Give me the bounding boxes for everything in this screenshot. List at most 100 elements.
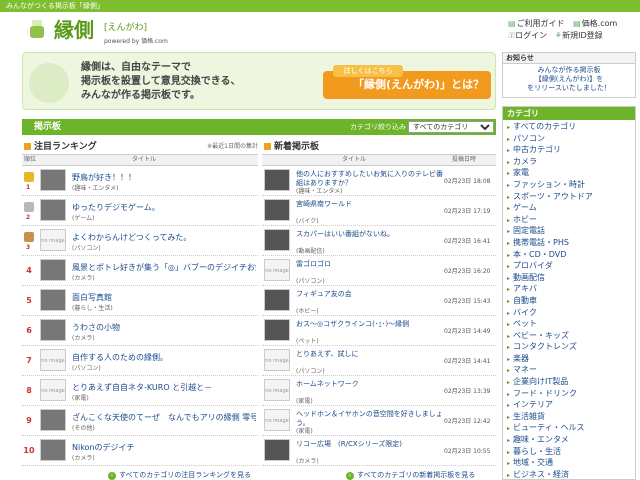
thumbnail[interactable] <box>40 409 66 431</box>
newest-row[interactable]: 他の人におすすめしたいお気に入りのテレビ番組はありますか？ (趣味・エンタメ) 02… <box>262 166 496 196</box>
newest-row[interactable]: リコー広場 (R/CXシリーズ限定) (カメラ) 02月23日 10:55 <box>262 436 496 466</box>
ranking-title-link[interactable]: Nikonのデジイチ <box>72 442 256 453</box>
category-link[interactable]: ▸ ホビー <box>507 215 635 227</box>
thumbnail[interactable]: no image <box>264 259 290 281</box>
newest-title-link[interactable]: おス～◎コザクラインコ(･ｪ･)～縁側 <box>296 320 444 329</box>
thumbnail[interactable] <box>264 229 290 251</box>
ranking-row[interactable]: 2 ゆったりデジモゲーム。 (ゲーム) <box>22 196 258 226</box>
ranking-title-link[interactable]: ゆったりデジモゲーム。 <box>72 202 256 213</box>
ranking-title-link[interactable]: とりあえず自自ネタ-KURO と引越と－ <box>72 382 256 393</box>
category-link[interactable]: ▸ パソコン <box>507 134 635 146</box>
category-link[interactable]: ▸ 生活雑貨 <box>507 412 635 424</box>
thumbnail[interactable] <box>40 169 66 191</box>
newest-title-link[interactable]: スカパーはいい番組がないね。 <box>296 230 444 239</box>
thumbnail[interactable]: no image <box>264 379 290 401</box>
thumbnail[interactable]: no image <box>40 229 66 251</box>
category-filter-select[interactable]: すべてのカテゴリ <box>408 121 494 133</box>
category-link[interactable]: ▸ 暮らし・生活 <box>507 447 635 459</box>
ranking-row[interactable]: 3 no image よくわからんけどつくってみた。 (パソコン) <box>22 226 258 256</box>
notice-body[interactable]: みんなが作る掲示板 【縁側(えんがわ)】を をリリースいたしました！ <box>503 64 635 93</box>
category-link[interactable]: ▸ スポーツ・アウトドア <box>507 192 635 204</box>
newest-title-link[interactable]: 雷ゴロゴロ <box>296 260 444 269</box>
newest-more-link[interactable]: › すべてのカテゴリの新着掲示板を見る <box>346 471 475 480</box>
category-link[interactable]: ▸ インテリア <box>507 400 635 412</box>
login-link[interactable]: ⚿ログイン <box>508 30 547 42</box>
category-link[interactable]: ▸ ゲーム <box>507 203 635 215</box>
newest-row[interactable]: no image ホームネットワーク (家電) 02月23日 13:39 <box>262 376 496 406</box>
thumbnail[interactable] <box>264 169 290 191</box>
ranking-row[interactable]: 9 ざんこくな天使のてーぜ なんでもアリの縁側 零号棟 (その他) <box>22 406 258 436</box>
category-link[interactable]: ▸ 楽器 <box>507 354 635 366</box>
newest-title-link[interactable]: ヘッドホン＆イヤホンの音空間を好きしましょう。 <box>296 410 444 428</box>
details-tab[interactable]: 詳しくはこちら <box>333 65 403 77</box>
ranking-title-link[interactable]: 風景とポトレ好きが集う「◎」バブーのデジイチお勉強スレ♪ <box>72 262 256 273</box>
ranking-row[interactable]: 10 Nikonのデジイチ (カメラ) <box>22 436 258 466</box>
category-link[interactable]: ▸ 固定電話 <box>507 226 635 238</box>
category-link[interactable]: ▸ すべてのカテゴリ <box>507 122 635 134</box>
newest-row[interactable]: no image 雷ゴロゴロ (パソコン) 02月23日 16:20 <box>262 256 496 286</box>
ranking-more-link[interactable]: › すべてのカテゴリの注目ランキングを見る <box>108 471 251 480</box>
thumbnail[interactable] <box>40 289 66 311</box>
ranking-title-link[interactable]: 面白写真館 <box>72 292 256 303</box>
thumbnail[interactable] <box>40 199 66 221</box>
ranking-row[interactable]: 4 風景とポトレ好きが集う「◎」バブーのデジイチお勉強スレ♪ (カメラ) <box>22 256 258 286</box>
category-link[interactable]: ▸ コンタクトレンズ <box>507 342 635 354</box>
category-link[interactable]: ▸ 企業向けIT製品 <box>507 377 635 389</box>
ranking-row[interactable]: 1 野鳥が好き！！！ (趣味・エンタメ) <box>22 166 258 196</box>
newest-title-link[interactable]: リコー広場 (R/CXシリーズ限定) <box>296 440 444 449</box>
ranking-title-link[interactable]: うわさの小物 <box>72 322 256 333</box>
category-link[interactable]: ▸ バイク <box>507 308 635 320</box>
ranking-row[interactable]: 6 うわさの小物 (カメラ) <box>22 316 258 346</box>
category-link[interactable]: ▸ 本・CD・DVD <box>507 250 635 262</box>
category-link[interactable]: ▸ 中古カテゴリ <box>507 145 635 157</box>
newest-title-link[interactable]: フィギュア友の会 <box>296 290 444 299</box>
category-link[interactable]: ▸ 自動車 <box>507 296 635 308</box>
thumbnail[interactable]: no image <box>264 349 290 371</box>
ranking-row[interactable]: 7 no image 自作する人のための縁側。 (パソコン) <box>22 346 258 376</box>
ranking-row[interactable]: 5 面白写真館 (暮らし・生活) <box>22 286 258 316</box>
ranking-title-link[interactable]: 自作する人のための縁側。 <box>72 352 256 363</box>
newest-title-link[interactable]: 宮崎県南ワールド <box>296 200 444 209</box>
category-link[interactable]: ▸ アキバ <box>507 284 635 296</box>
thumbnail[interactable] <box>40 259 66 281</box>
category-link[interactable]: ▸ 趣味・エンタメ <box>507 435 635 447</box>
register-link[interactable]: ⚘新規ID登録 <box>556 30 603 42</box>
ranking-title-link[interactable]: 野鳥が好き！！！ <box>72 172 256 183</box>
logo[interactable]: 縁側 [えんがわ] powered by 価格.com <box>28 14 198 46</box>
category-link[interactable]: ▸ ファッション・時計 <box>507 180 635 192</box>
ranking-title-link[interactable]: よくわからんけどつくってみた。 <box>72 232 256 243</box>
kakaku-link[interactable]: ▤価格.com <box>573 18 617 30</box>
newest-row[interactable]: 宮崎県南ワールド (バイク) 02月23日 17:19 <box>262 196 496 226</box>
newest-title-link[interactable]: とりあえず、試しに <box>296 350 444 359</box>
category-link[interactable]: ▸ フード・ドリンク <box>507 389 635 401</box>
category-link[interactable]: ▸ ビューティ・ヘルス <box>507 423 635 435</box>
category-link[interactable]: ▸ 地域・交通 <box>507 458 635 470</box>
ranking-row[interactable]: 8 no image とりあえず自自ネタ-KURO と引越と－ (家電) <box>22 376 258 406</box>
category-link[interactable]: ▸ 家電 <box>507 168 635 180</box>
thumbnail[interactable]: no image <box>40 379 66 401</box>
newest-row[interactable]: no image とりあえず、試しに (パソコン) 02月23日 14:41 <box>262 346 496 376</box>
thumbnail[interactable]: no image <box>40 349 66 371</box>
newest-row[interactable]: スカパーはいい番組がないね。 (動画配信) 02月23日 16:41 <box>262 226 496 256</box>
category-link[interactable]: ▸ 動画配信 <box>507 273 635 285</box>
thumbnail[interactable] <box>264 439 290 461</box>
ranking-title-link[interactable]: ざんこくな天使のてーぜ なんでもアリの縁側 零号棟 <box>72 412 256 423</box>
newest-title-link[interactable]: ホームネットワーク <box>296 380 444 389</box>
thumbnail[interactable] <box>40 439 66 461</box>
thumbnail[interactable] <box>40 319 66 341</box>
thumbnail[interactable] <box>264 319 290 341</box>
thumbnail[interactable] <box>264 289 290 311</box>
category-link[interactable]: ▸ プロバイダ <box>507 261 635 273</box>
category-link[interactable]: ▸ ペット <box>507 319 635 331</box>
category-link[interactable]: ▸ マネー <box>507 365 635 377</box>
category-link[interactable]: ▸ カメラ <box>507 157 635 169</box>
thumbnail[interactable]: no image <box>264 409 290 431</box>
newest-row[interactable]: フィギュア友の会 (ホビー) 02月23日 15:43 <box>262 286 496 316</box>
newest-row[interactable]: おス～◎コザクラインコ(･ｪ･)～縁側 (ペット) 02月23日 14:49 <box>262 316 496 346</box>
category-link[interactable]: ▸ 携帯電話・PHS <box>507 238 635 250</box>
thumbnail[interactable] <box>264 199 290 221</box>
category-link[interactable]: ▸ ベビー・キッズ <box>507 331 635 343</box>
guide-link[interactable]: ▤ご利用ガイド <box>508 18 565 30</box>
category-link[interactable]: ▸ ビジネス・経済 <box>507 470 635 479</box>
newest-row[interactable]: no image ヘッドホン＆イヤホンの音空間を好きしましょう。 (家電) 02月23… <box>262 406 496 436</box>
